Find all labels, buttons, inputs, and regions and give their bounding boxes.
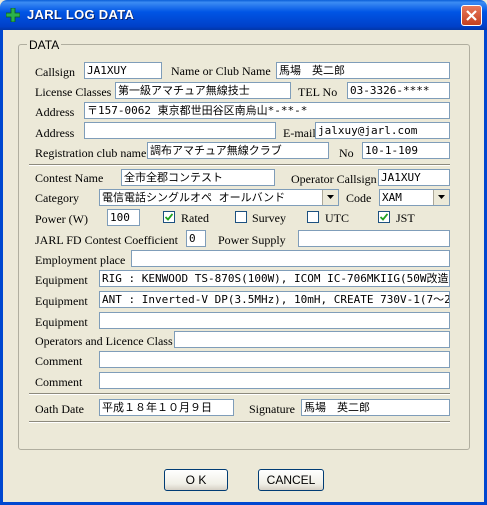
license-label: License Classes bbox=[35, 85, 112, 99]
category-value: 電信電話シングルオペ オールバンド bbox=[102, 191, 286, 204]
equipment1-label: Equipment bbox=[35, 273, 88, 287]
coeff-field[interactable]: 0 bbox=[186, 230, 206, 247]
tel-label: TEL No bbox=[298, 85, 338, 99]
name-field[interactable]: 馬場 英二郎 bbox=[276, 62, 450, 79]
survey-checkbox[interactable] bbox=[235, 211, 247, 223]
separator bbox=[29, 421, 450, 423]
name-label: Name or Club Name bbox=[171, 64, 271, 78]
employment-label: Employment place bbox=[35, 253, 126, 267]
email-field[interactable]: jalxuy@jarl.com bbox=[315, 122, 450, 139]
address-label: Address bbox=[35, 105, 75, 119]
operators-field[interactable] bbox=[174, 331, 450, 348]
window-title: JARL LOG DATA bbox=[27, 7, 135, 22]
equipment3-field[interactable] bbox=[99, 312, 450, 329]
comment1-label: Comment bbox=[35, 354, 83, 368]
operators-label: Operators and Licence Class bbox=[35, 334, 173, 348]
equipment1-field[interactable]: RIG : KENWOOD TS-870S(100W), ICOM IC-706… bbox=[99, 270, 450, 287]
title-bar[interactable]: JARL LOG DATA bbox=[0, 0, 487, 30]
chevron-down-icon bbox=[327, 195, 334, 199]
oath-date-field[interactable]: 平成１８年１０月９日 bbox=[99, 399, 234, 416]
callsign-label: Callsign bbox=[35, 65, 76, 79]
equipment3-label: Equipment bbox=[35, 315, 88, 329]
code-label: Code bbox=[346, 191, 372, 205]
app-icon bbox=[5, 7, 21, 23]
reg-club-field[interactable]: 調布アマチュア無線クラブ bbox=[147, 142, 329, 159]
address-field[interactable]: 〒157-0062 東京都世田谷区南烏山*-**-* bbox=[84, 102, 450, 119]
contest-name-field[interactable]: 全市全郡コンテスト bbox=[121, 169, 275, 186]
separator bbox=[29, 393, 450, 395]
coeff-label: JARL FD Contest Coefficient bbox=[35, 233, 178, 247]
rated-label: Rated bbox=[181, 211, 209, 225]
chevron-down-icon bbox=[438, 195, 445, 199]
code-value: XAM bbox=[382, 191, 402, 204]
operator-callsign-label: Operator Callsign bbox=[291, 172, 377, 186]
cancel-button[interactable]: CANCEL bbox=[258, 469, 324, 491]
category-dropdown[interactable]: 電信電話シングルオペ オールバンド bbox=[99, 189, 339, 206]
signature-field[interactable]: 馬場 英二郎 bbox=[301, 399, 450, 416]
power-label: Power (W) bbox=[35, 212, 88, 226]
checkmark-icon bbox=[165, 213, 173, 221]
power-field[interactable]: 100 bbox=[107, 209, 140, 226]
tel-field[interactable]: 03-3326-**** bbox=[347, 82, 450, 99]
survey-label: Survey bbox=[252, 211, 286, 225]
close-icon bbox=[466, 10, 477, 21]
oath-date-label: Oath Date bbox=[35, 402, 84, 416]
operator-callsign-field[interactable]: JA1XUY bbox=[378, 169, 450, 186]
comment2-field[interactable] bbox=[99, 372, 450, 389]
jst-label: JST bbox=[396, 211, 415, 225]
close-button[interactable] bbox=[461, 5, 482, 26]
comment2-label: Comment bbox=[35, 375, 83, 389]
separator bbox=[29, 164, 450, 166]
utc-label: UTC bbox=[325, 211, 349, 225]
code-dropdown[interactable]: XAM bbox=[379, 189, 450, 206]
category-label: Category bbox=[35, 191, 79, 205]
ok-button[interactable]: O K bbox=[164, 469, 228, 491]
no-field[interactable]: 10-1-109 bbox=[362, 142, 450, 159]
address2-field[interactable] bbox=[84, 122, 276, 139]
power-supply-field[interactable] bbox=[298, 230, 450, 247]
no-label: No bbox=[339, 146, 354, 160]
power-supply-label: Power Supply bbox=[218, 233, 286, 247]
employment-field[interactable] bbox=[131, 250, 450, 267]
group-label: DATA bbox=[27, 38, 62, 52]
address2-label: Address bbox=[35, 126, 75, 140]
email-label: E-mail bbox=[283, 126, 316, 140]
utc-checkbox[interactable] bbox=[307, 211, 319, 223]
checkmark-icon bbox=[380, 213, 388, 221]
license-field[interactable]: 第一級アマチュア無線技士 bbox=[115, 82, 291, 99]
equipment2-label: Equipment bbox=[35, 294, 88, 308]
category-dropdown-button[interactable] bbox=[322, 190, 338, 205]
callsign-field[interactable]: JA1XUY bbox=[84, 62, 162, 79]
rated-checkbox[interactable] bbox=[163, 211, 175, 223]
reg-club-label: Registration club name bbox=[35, 146, 147, 160]
code-dropdown-button[interactable] bbox=[433, 190, 449, 205]
signature-label: Signature bbox=[249, 402, 295, 416]
equipment2-field[interactable]: ANT : Inverted-V DP(3.5MHz), 10mH, CREAT… bbox=[99, 291, 450, 308]
contest-name-label: Contest Name bbox=[35, 171, 104, 185]
comment1-field[interactable] bbox=[99, 351, 450, 368]
jst-checkbox[interactable] bbox=[378, 211, 390, 223]
